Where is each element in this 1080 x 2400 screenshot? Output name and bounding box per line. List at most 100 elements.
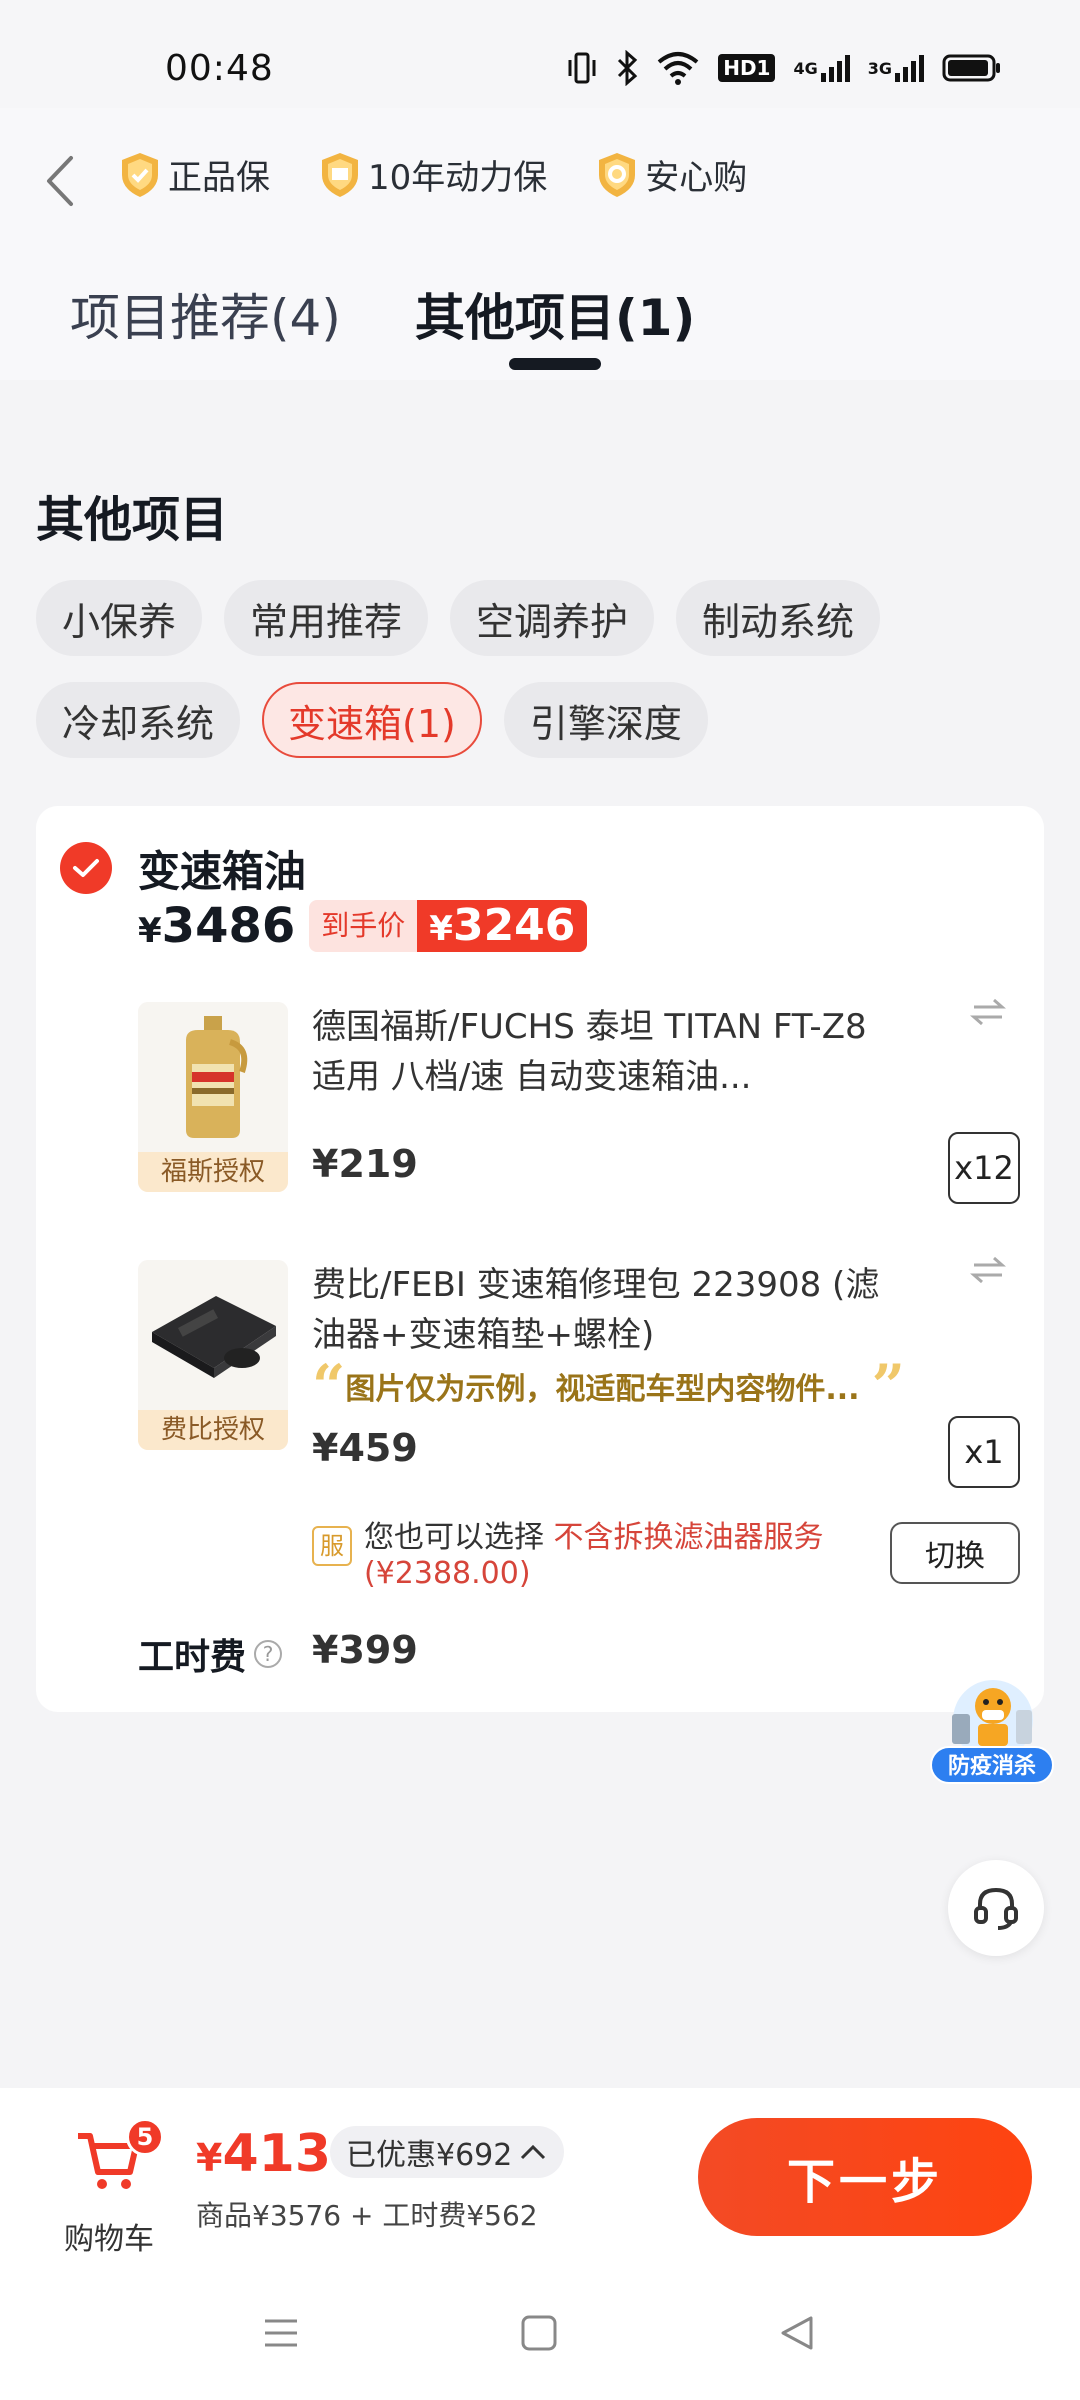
quantity-button[interactable]: x1 bbox=[948, 1416, 1020, 1488]
labor-fee-label: 工时费 ? bbox=[138, 1628, 283, 1680]
product-price: ¥219 bbox=[312, 1142, 418, 1186]
service-prefix: 您也可以选择 bbox=[364, 1520, 554, 1555]
badge-genuine[interactable]: 正品保 bbox=[118, 150, 270, 199]
currency-symbol: ¥ bbox=[429, 909, 453, 949]
service-option: 服 您也可以选择 不含拆换滤油器服务 (¥2388.00) bbox=[312, 1520, 832, 1592]
cart-count-badge: 5 bbox=[126, 2118, 164, 2156]
chevron-left-icon bbox=[47, 156, 73, 206]
final-price-tag-label: 到手价 bbox=[309, 900, 418, 952]
item-checkbox[interactable] bbox=[60, 842, 112, 894]
help-icon[interactable]: ? bbox=[254, 1640, 283, 1668]
currency-symbol: ¥ bbox=[138, 911, 162, 951]
wifi-icon bbox=[656, 50, 700, 86]
cart-label: 购物车 bbox=[64, 2222, 154, 2257]
tab-label: 项目推荐(4) bbox=[70, 289, 341, 347]
discount-text: 已优惠¥692 bbox=[346, 2138, 513, 2173]
cart-button[interactable]: 5 购物车 bbox=[60, 2118, 164, 2257]
status-icons: HD1 4G 3G bbox=[566, 50, 1002, 86]
product-image-febi[interactable]: 费比授权 bbox=[138, 1260, 288, 1450]
chip-ac-care[interactable]: 空调养护 bbox=[450, 580, 655, 656]
square-home-icon bbox=[521, 2315, 557, 2351]
chip-transmission[interactable]: 变速箱(1) bbox=[262, 682, 482, 758]
badge-label: 10年动力保 bbox=[368, 158, 548, 198]
service-icon: 服 bbox=[312, 1526, 352, 1566]
header: 正品保 10年动力保 安心购 项目推荐(4) 其他项目(1) bbox=[0, 108, 1080, 380]
home-nav-button[interactable] bbox=[514, 2308, 564, 2358]
tab-recommended[interactable]: 项目推荐(4) bbox=[70, 278, 341, 358]
currency-symbol: ¥ bbox=[196, 2136, 223, 2180]
item-title: 变速箱油 bbox=[138, 847, 307, 896]
final-price-tag: ¥3246 bbox=[417, 900, 588, 952]
product-image-fuchs[interactable]: 福斯授权 bbox=[138, 1002, 288, 1192]
battery-icon bbox=[942, 50, 1002, 86]
service-highlight: 不含拆换滤油器服务 bbox=[553, 1520, 824, 1555]
epidemic-label: 防疫消杀 bbox=[930, 1746, 1054, 1784]
quantity-button[interactable]: x12 bbox=[948, 1132, 1020, 1204]
tab-other[interactable]: 其他项目(1) bbox=[414, 278, 696, 370]
shield-gear-icon bbox=[599, 152, 636, 197]
badge-label: 正品保 bbox=[168, 158, 270, 198]
checkout-bar: 5 购物车 ¥4138 已优惠¥692 商品¥3576 + 工时费¥562 下一… bbox=[0, 2088, 1080, 2268]
category-chips: 小保养 常用推荐 空调养护 制动系统 冷却系统 变速箱(1) 引擎深度 bbox=[36, 580, 1046, 758]
item-price-original: ¥3486 bbox=[138, 898, 295, 954]
badge-safe-purchase[interactable]: 安心购 bbox=[595, 150, 747, 199]
check-icon bbox=[73, 859, 99, 877]
guarantee-badges: 正品保 10年动力保 安心购 bbox=[118, 150, 795, 199]
tab-label: 其他项目(1) bbox=[414, 289, 696, 347]
chip-engine-deep[interactable]: 引擎深度 bbox=[503, 682, 708, 758]
item-price-value: 3486 bbox=[161, 898, 296, 954]
swap-icon[interactable] bbox=[968, 992, 1008, 1032]
status-time: 00:48 bbox=[165, 48, 274, 89]
menu-icon bbox=[265, 2319, 297, 2347]
epidemic-disinfection-float[interactable]: 防疫消杀 bbox=[930, 1670, 1056, 1784]
section-title: 其他项目 bbox=[36, 492, 229, 548]
chip-minor-maintenance[interactable]: 小保养 bbox=[36, 580, 203, 656]
menu-nav-button[interactable] bbox=[256, 2308, 306, 2358]
quote-open-icon: “ bbox=[312, 1352, 346, 1420]
final-price-value: 3246 bbox=[452, 900, 576, 951]
system-nav-bar bbox=[0, 2268, 1080, 2400]
product-name[interactable]: 费比/FEBI 变速箱修理包 223908 (滤油器+变速箱垫+螺栓) bbox=[312, 1260, 902, 1360]
chip-common[interactable]: 常用推荐 bbox=[224, 580, 429, 656]
shield-box-icon bbox=[322, 152, 358, 197]
chip-brake-system[interactable]: 制动系统 bbox=[676, 580, 881, 656]
hd1-icon: HD1 bbox=[718, 50, 776, 86]
back-button[interactable] bbox=[38, 148, 82, 214]
hd1-label: HD1 bbox=[718, 54, 776, 82]
quote-close-icon: ” bbox=[871, 1352, 905, 1420]
discount-toggle[interactable]: 已优惠¥692 bbox=[330, 2126, 565, 2178]
bluetooth-icon bbox=[616, 50, 638, 86]
chip-cooling-system[interactable]: 冷却系统 bbox=[36, 682, 241, 758]
network-label-4g: 4G bbox=[793, 58, 818, 78]
headset-icon bbox=[974, 1887, 1018, 1930]
status-bar: 00:48 HD1 4G 3G bbox=[0, 0, 1080, 108]
chevron-up-icon bbox=[521, 2144, 546, 2160]
signal-4g-icon: 4G bbox=[793, 50, 850, 86]
back-nav-button[interactable] bbox=[772, 2308, 822, 2358]
tab-active-indicator bbox=[509, 358, 602, 370]
next-step-button[interactable]: 下一步 bbox=[698, 2118, 1032, 2236]
tab-bar: 项目推荐(4) 其他项目(1) bbox=[70, 278, 769, 370]
network-label-3g: 3G bbox=[867, 58, 892, 78]
triangle-back-icon bbox=[781, 2316, 813, 2350]
badge-label: 安心购 bbox=[645, 158, 748, 198]
signal-3g-icon: 3G bbox=[868, 50, 924, 86]
filter-kit-image bbox=[138, 1260, 288, 1410]
product-name[interactable]: 德国福斯/FUCHS 泰坦 TITAN FT-Z8 适用 八档/速 自动变速箱油… bbox=[312, 1002, 902, 1102]
item-price-row: ¥3486 到手价 ¥3246 bbox=[138, 898, 588, 954]
price-breakdown: 商品¥3576 + 工时费¥562 bbox=[196, 2199, 538, 2232]
service-price: (¥2388.00) bbox=[364, 1556, 531, 1591]
switch-button[interactable]: 切换 bbox=[890, 1522, 1020, 1584]
labor-fee-price: ¥399 bbox=[312, 1628, 418, 1672]
swap-icon[interactable] bbox=[968, 1250, 1008, 1290]
authorized-label: 费比授权 bbox=[138, 1410, 288, 1450]
labor-label-text: 工时费 bbox=[138, 1637, 247, 1678]
customer-service-button[interactable] bbox=[948, 1860, 1044, 1956]
product-note: “ 图片仅为示例，视适配车型内容物件... ” bbox=[312, 1352, 905, 1420]
item-card: 变速箱油 ¥3486 到手价 ¥3246 福斯授权 德国福斯/FUCHS 泰坦 … bbox=[36, 806, 1044, 1712]
authorized-label: 福斯授权 bbox=[138, 1152, 288, 1192]
badge-power-warranty[interactable]: 10年动力保 bbox=[318, 150, 547, 199]
note-text: 图片仅为示例，视适配车型内容物件... bbox=[345, 1372, 860, 1407]
shield-check-icon bbox=[122, 152, 158, 197]
oil-bottle-image bbox=[138, 1002, 288, 1152]
